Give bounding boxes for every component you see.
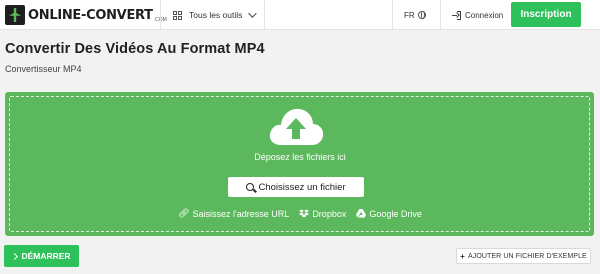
search-icon xyxy=(246,183,255,191)
dropbox-icon xyxy=(299,209,310,218)
header-divider xyxy=(440,0,441,30)
page-title: Convertir Des Vidéos Au Format MP4 xyxy=(5,41,265,57)
header-divider xyxy=(392,0,393,30)
link-icon: 🔗︎ xyxy=(178,208,190,218)
header-divider xyxy=(160,0,161,30)
choose-file-label: Choisissez un fichier xyxy=(258,181,346,193)
add-example-file-button[interactable]: + AJOUTER UN FICHIER D'EXEMPLE xyxy=(456,248,591,264)
site-logo[interactable]: ONLINE-CONVERT .COM xyxy=(5,4,167,26)
add-example-label: AJOUTER UN FICHIER D'EXEMPLE xyxy=(467,252,587,260)
sign-in-icon xyxy=(452,10,461,20)
all-tools-menu[interactable]: Tous les outils xyxy=(173,0,258,30)
google-drive-icon xyxy=(356,209,367,218)
start-label: DÉMARRER xyxy=(21,251,71,261)
upload-sources: 🔗︎ Saisissez l'adresse URL Dropbox Googl… xyxy=(0,208,600,219)
login-label: Connexion xyxy=(465,10,504,20)
dropbox-source-label: Dropbox xyxy=(312,208,347,219)
url-source-label: Saisissez l'adresse URL xyxy=(192,208,290,219)
all-tools-label: Tous les outils xyxy=(189,10,243,20)
top-header: ONLINE-CONVERT .COM Tous les outils FR C… xyxy=(0,0,600,30)
start-button[interactable]: DÉMARRER xyxy=(4,245,79,267)
signup-button[interactable]: Inscription xyxy=(511,2,581,27)
google-drive-source-link[interactable]: Google Drive xyxy=(356,208,422,219)
google-drive-source-label: Google Drive xyxy=(369,208,422,219)
logo-text: ONLINE-CONVERT xyxy=(28,7,153,23)
cloud-upload-icon xyxy=(269,108,324,145)
url-source-link[interactable]: 🔗︎ Saisissez l'adresse URL xyxy=(178,208,289,219)
choose-file-button[interactable]: Choisissez un fichier xyxy=(228,177,364,197)
language-label: FR xyxy=(404,10,415,20)
page-subtitle: Convertisseur MP4 xyxy=(5,64,82,74)
globe-icon xyxy=(417,11,426,19)
logo-icon xyxy=(5,5,25,25)
drop-files-label: Déposez les fichiers ici xyxy=(254,152,346,162)
grid-icon xyxy=(173,10,182,20)
language-selector[interactable]: FR xyxy=(404,0,426,30)
chevron-right-icon xyxy=(11,252,19,260)
plus-icon: + xyxy=(460,251,465,261)
dropbox-source-link[interactable]: Dropbox xyxy=(299,208,346,219)
header-divider xyxy=(264,0,265,30)
chevron-down-icon xyxy=(248,9,258,18)
login-link[interactable]: Connexion xyxy=(452,0,503,30)
